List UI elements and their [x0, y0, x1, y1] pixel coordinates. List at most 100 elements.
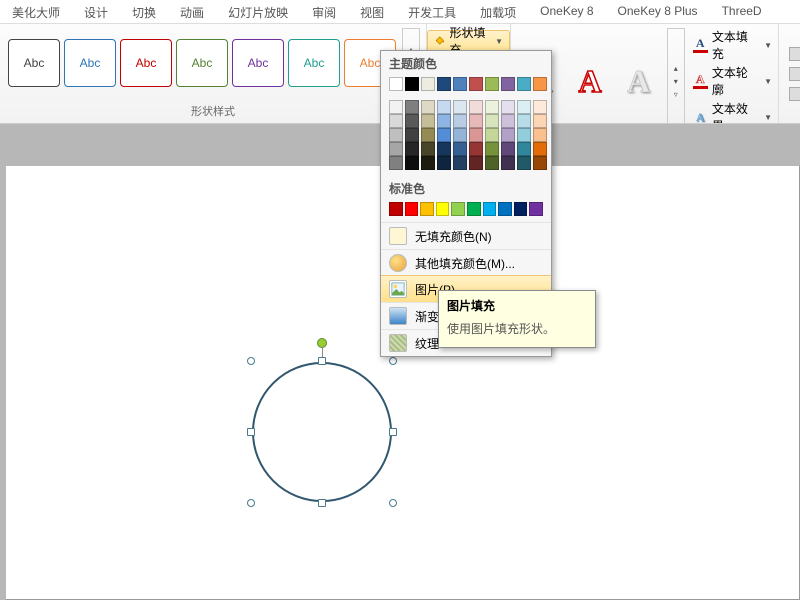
tab-view[interactable]: 视图 — [348, 0, 396, 23]
color-swatch[interactable] — [533, 114, 547, 128]
tab-onekey8[interactable]: OneKey 8 — [528, 0, 605, 23]
tab-threed[interactable]: ThreeD — [710, 0, 774, 23]
color-swatch[interactable] — [421, 142, 435, 156]
color-swatch[interactable] — [421, 77, 435, 91]
color-swatch[interactable] — [485, 142, 499, 156]
text-fill-button[interactable]: A 文本填充▼ — [693, 28, 772, 62]
color-swatch[interactable] — [469, 156, 483, 170]
color-swatch[interactable] — [436, 202, 450, 216]
resize-handle-t[interactable] — [318, 357, 326, 365]
resize-handle-r[interactable] — [389, 428, 397, 436]
resize-handle-l[interactable] — [247, 428, 255, 436]
no-fill-item[interactable]: 无填充颜色(N) — [381, 222, 551, 249]
resize-handle-bl[interactable] — [247, 499, 255, 507]
color-swatch[interactable] — [469, 100, 483, 114]
color-swatch[interactable] — [420, 202, 434, 216]
wordart-style-2[interactable]: A — [569, 59, 612, 103]
bring-forward-button[interactable]: 上移一 — [789, 45, 800, 62]
color-swatch[interactable] — [501, 77, 515, 91]
color-swatch[interactable] — [437, 100, 451, 114]
tab-transitions[interactable]: 切换 — [120, 0, 168, 23]
wordart-more[interactable]: ▴▾▿ — [667, 28, 685, 124]
color-swatch[interactable] — [501, 100, 515, 114]
tab-design[interactable]: 设计 — [72, 0, 120, 23]
color-swatch[interactable] — [501, 156, 515, 170]
color-swatch[interactable] — [517, 114, 531, 128]
color-swatch[interactable] — [389, 77, 403, 91]
tab-developer[interactable]: 开发工具 — [396, 0, 468, 23]
color-swatch[interactable] — [405, 142, 419, 156]
color-swatch[interactable] — [389, 100, 403, 114]
color-swatch[interactable] — [485, 156, 499, 170]
tab-addins[interactable]: 加载项 — [468, 0, 528, 23]
color-swatch[interactable] — [421, 100, 435, 114]
color-swatch[interactable] — [389, 128, 403, 142]
color-swatch[interactable] — [469, 128, 483, 142]
wordart-style-3[interactable]: A — [617, 59, 660, 103]
shape-style-6[interactable]: Abc — [288, 39, 340, 87]
color-swatch[interactable] — [453, 100, 467, 114]
color-swatch[interactable] — [421, 114, 435, 128]
rotation-handle[interactable] — [317, 338, 327, 348]
color-swatch[interactable] — [405, 100, 419, 114]
color-swatch[interactable] — [389, 202, 403, 216]
color-swatch[interactable] — [485, 77, 499, 91]
resize-handle-br[interactable] — [389, 499, 397, 507]
color-swatch[interactable] — [421, 128, 435, 142]
color-swatch[interactable] — [405, 202, 419, 216]
color-swatch[interactable] — [501, 128, 515, 142]
color-swatch[interactable] — [517, 100, 531, 114]
tab-review[interactable]: 审阅 — [300, 0, 348, 23]
color-swatch[interactable] — [453, 142, 467, 156]
resize-handle-tr[interactable] — [389, 357, 397, 365]
resize-handle-b[interactable] — [318, 499, 326, 507]
tab-slideshow[interactable]: 幻灯片放映 — [216, 0, 300, 23]
color-swatch[interactable] — [517, 128, 531, 142]
color-swatch[interactable] — [437, 77, 451, 91]
color-swatch[interactable] — [389, 114, 403, 128]
color-swatch[interactable] — [485, 100, 499, 114]
shape-fill-button[interactable]: 形状填充 ▼ — [427, 30, 510, 52]
shape-style-2[interactable]: Abc — [64, 39, 116, 87]
color-swatch[interactable] — [517, 156, 531, 170]
oval-shape[interactable] — [252, 362, 392, 502]
color-swatch[interactable] — [533, 128, 547, 142]
color-swatch[interactable] — [437, 156, 451, 170]
color-swatch[interactable] — [437, 114, 451, 128]
color-swatch[interactable] — [517, 77, 531, 91]
color-swatch[interactable] — [437, 128, 451, 142]
tab-animations[interactable]: 动画 — [168, 0, 216, 23]
color-swatch[interactable] — [485, 114, 499, 128]
color-swatch[interactable] — [517, 142, 531, 156]
color-swatch[interactable] — [498, 202, 512, 216]
color-swatch[interactable] — [389, 156, 403, 170]
color-swatch[interactable] — [469, 114, 483, 128]
color-swatch[interactable] — [483, 202, 497, 216]
color-swatch[interactable] — [533, 142, 547, 156]
color-swatch[interactable] — [453, 156, 467, 170]
color-swatch[interactable] — [453, 114, 467, 128]
color-swatch[interactable] — [529, 202, 543, 216]
color-swatch[interactable] — [389, 142, 403, 156]
color-swatch[interactable] — [533, 156, 547, 170]
selection-pane-button[interactable]: 选择窗 — [789, 85, 800, 102]
text-outline-button[interactable]: A 文本轮廓▼ — [693, 64, 772, 98]
shape-style-3[interactable]: Abc — [120, 39, 172, 87]
color-swatch[interactable] — [405, 114, 419, 128]
tab-beautify[interactable]: 美化大师 — [0, 0, 72, 23]
color-swatch[interactable] — [405, 156, 419, 170]
color-swatch[interactable] — [501, 142, 515, 156]
send-backward-button[interactable]: 下移一 — [789, 65, 800, 82]
color-swatch[interactable] — [514, 202, 528, 216]
color-swatch[interactable] — [467, 202, 481, 216]
more-colors-item[interactable]: 其他填充颜色(M)... — [381, 249, 551, 276]
shape-style-4[interactable]: Abc — [176, 39, 228, 87]
shape-style-1[interactable]: Abc — [8, 39, 60, 87]
color-swatch[interactable] — [485, 128, 499, 142]
text-effects-button[interactable]: A 文本效果▼ — [693, 100, 772, 124]
tab-onekey8plus[interactable]: OneKey 8 Plus — [606, 0, 710, 23]
color-swatch[interactable] — [533, 77, 547, 91]
color-swatch[interactable] — [453, 128, 467, 142]
selected-oval-shape[interactable] — [252, 362, 392, 502]
color-swatch[interactable] — [451, 202, 465, 216]
